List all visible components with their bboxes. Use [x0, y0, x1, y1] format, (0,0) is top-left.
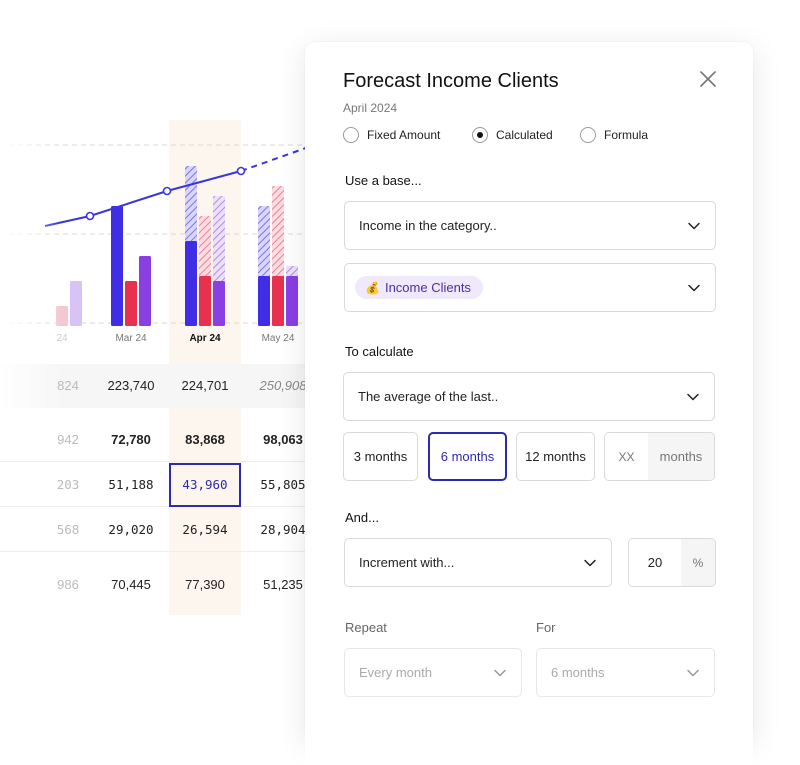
table-cell[interactable]: 223,740	[108, 364, 155, 408]
chevron-down-icon	[584, 559, 596, 566]
and-section-label: And...	[345, 510, 379, 525]
chevron-down-icon	[687, 393, 699, 400]
category-pill: 💰 Income Clients	[355, 276, 483, 299]
table-row: 986 70,445 77,390 51,235	[0, 563, 320, 607]
increment-select-value: Increment with...	[359, 555, 455, 570]
trend-point	[162, 186, 172, 196]
table-cell[interactable]: 98,063	[263, 418, 303, 462]
repeat-section-label: Repeat	[345, 620, 387, 635]
bar-feb-24-s2	[70, 281, 82, 326]
calculate-select[interactable]: The average of the last..	[343, 372, 715, 421]
radio-dot	[343, 127, 359, 143]
radio-fixed-amount[interactable]: Fixed Amount	[343, 127, 472, 143]
table-cell[interactable]: 28,904	[260, 508, 305, 552]
radio-dot-checked	[472, 127, 488, 143]
bar-mar-24-s2	[139, 256, 151, 326]
custom-months-field: months	[604, 432, 715, 481]
table-cell[interactable]: 224,701	[182, 364, 229, 408]
chevron-down-icon	[688, 222, 700, 229]
chart-left-fade	[0, 120, 60, 340]
bar-mar-24-s0	[111, 206, 123, 326]
category-pill-label: Income Clients	[384, 280, 471, 295]
bar-may-24-s2	[286, 276, 298, 326]
chevron-down-icon	[688, 284, 700, 291]
month-label: Apr 24	[189, 333, 221, 344]
table-cell[interactable]: 51,188	[108, 463, 153, 507]
table-row: 824 223,740 224,701 250,908	[0, 364, 320, 408]
increment-percent-field: %	[628, 538, 716, 587]
bar-apr-24-s1	[199, 276, 211, 326]
for-select-value: 6 months	[551, 665, 605, 680]
bar-mar-24-s1	[125, 281, 137, 326]
table-cell[interactable]: 250,908	[260, 364, 307, 408]
table-cell[interactable]: 72,780	[111, 418, 151, 462]
bar-apr-24-s2	[213, 281, 225, 326]
table-cell[interactable]: 986	[57, 563, 79, 607]
table-cell[interactable]: 26,594	[182, 508, 227, 552]
table-cell[interactable]: 55,805	[260, 463, 305, 507]
table-cell[interactable]: 568	[57, 508, 80, 552]
months-6-button[interactable]: 6 months	[428, 432, 507, 481]
trend-point	[236, 166, 246, 176]
radio-label: Calculated	[496, 128, 553, 142]
repeat-select-value: Every month	[359, 665, 432, 680]
panel-bottom-fade	[305, 690, 753, 765]
base-section-label: Use a base...	[345, 173, 422, 188]
radio-dot	[580, 127, 596, 143]
chevron-down-icon	[687, 669, 699, 676]
table-cell[interactable]: 942	[57, 418, 79, 462]
months-3-button[interactable]: 3 months	[343, 432, 418, 481]
selected-cell[interactable]: 43,960	[169, 463, 241, 507]
mode-radio-group: Fixed Amount Calculated Formula	[343, 127, 648, 143]
bar-apr-24-s0	[185, 241, 197, 326]
radio-label: Formula	[604, 128, 649, 142]
table-cell[interactable]: 83,868	[185, 418, 225, 462]
table-row: 942 72,780 83,868 98,063	[0, 418, 320, 462]
radio-label: Fixed Amount	[367, 128, 441, 142]
trend-line-actual	[44, 170, 242, 227]
table-cell[interactable]: 51,235	[263, 563, 303, 607]
table-cell[interactable]: 29,020	[108, 508, 153, 552]
table-cell[interactable]: 824	[57, 364, 79, 408]
trend-point	[85, 211, 95, 221]
increment-value-input[interactable]	[629, 539, 681, 586]
table-row: 568 29,020 26,594 28,904	[0, 508, 320, 552]
calculate-select-value: The average of the last..	[358, 389, 499, 404]
month-label: May 24	[261, 333, 295, 344]
radio-calculated[interactable]: Calculated	[472, 127, 580, 143]
month-label: 24	[56, 333, 68, 344]
table-cell[interactable]: 203	[57, 463, 80, 507]
bar-may-24-s0	[258, 276, 270, 326]
bar-may-24-s1	[272, 276, 284, 326]
for-section-label: For	[536, 620, 556, 635]
radio-formula[interactable]: Formula	[580, 127, 648, 143]
increment-select[interactable]: Increment with...	[344, 538, 612, 587]
month-label: Mar 24	[115, 333, 147, 344]
base-select-value: Income in the category..	[359, 218, 497, 233]
chevron-down-icon	[494, 669, 506, 676]
calculate-section-label: To calculate	[345, 344, 414, 359]
money-bag-icon: 💰	[365, 280, 380, 295]
table-cell[interactable]: 70,445	[111, 563, 151, 607]
forecast-panel: Forecast Income Clients April 2024 Fixed…	[305, 42, 753, 742]
close-icon[interactable]	[697, 68, 719, 90]
table-row: 203 51,188 43,960 55,805	[0, 463, 320, 507]
table-cell[interactable]: 77,390	[185, 563, 225, 607]
custom-months-unit: months	[648, 433, 714, 480]
base-select[interactable]: Income in the category..	[344, 201, 716, 250]
panel-subtitle: April 2024	[343, 101, 398, 115]
custom-months-input[interactable]	[605, 433, 648, 480]
percent-unit: %	[681, 539, 715, 586]
forecast-chart	[0, 120, 320, 340]
panel-title: Forecast Income Clients	[343, 70, 559, 92]
category-select[interactable]: 💰 Income Clients	[344, 263, 716, 312]
months-12-button[interactable]: 12 months	[516, 432, 595, 481]
chart-bars	[56, 166, 298, 326]
